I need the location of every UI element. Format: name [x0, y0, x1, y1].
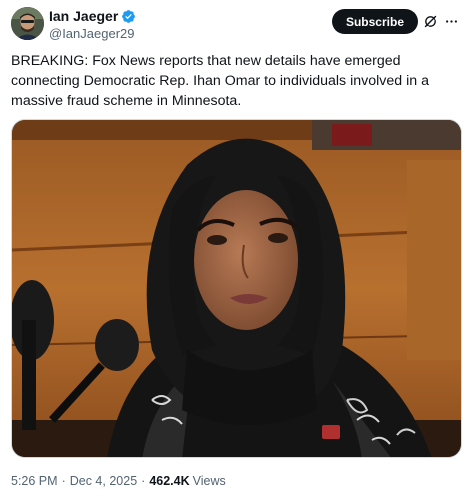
photo-illustration — [12, 120, 461, 457]
views-label: Views — [192, 474, 226, 488]
meta-separator: · — [61, 474, 66, 488]
subscribe-button[interactable]: Subscribe — [331, 9, 418, 34]
author-display-name[interactable]: Ian Jaeger — [49, 8, 118, 24]
tweet-time[interactable]: 5:26 PM — [11, 474, 58, 488]
tweet-text: BREAKING: Fox News reports that new deta… — [11, 53, 429, 109]
views-count: 462.4K — [149, 474, 190, 488]
grok-icon[interactable] — [423, 14, 438, 29]
tweet-photo[interactable] — [11, 119, 462, 458]
more-icon[interactable] — [444, 14, 459, 29]
tweet-date[interactable]: Dec 4, 2025 — [70, 474, 137, 488]
avatar[interactable] — [11, 7, 44, 40]
author-name-row[interactable]: Ian Jaeger — [49, 8, 136, 24]
tweet: Ian Jaeger @IanJaeger29 Subscribe BREAKI… — [0, 0, 471, 500]
tweet-header: Ian Jaeger @IanJaeger29 Subscribe — [11, 7, 459, 43]
author-handle[interactable]: @IanJaeger29 — [49, 26, 134, 41]
tweet-meta: 5:26 PM · Dec 4, 2025 · 462.4K Views — [11, 474, 226, 488]
verified-badge-icon — [122, 9, 136, 23]
meta-separator-2: · — [141, 474, 146, 488]
